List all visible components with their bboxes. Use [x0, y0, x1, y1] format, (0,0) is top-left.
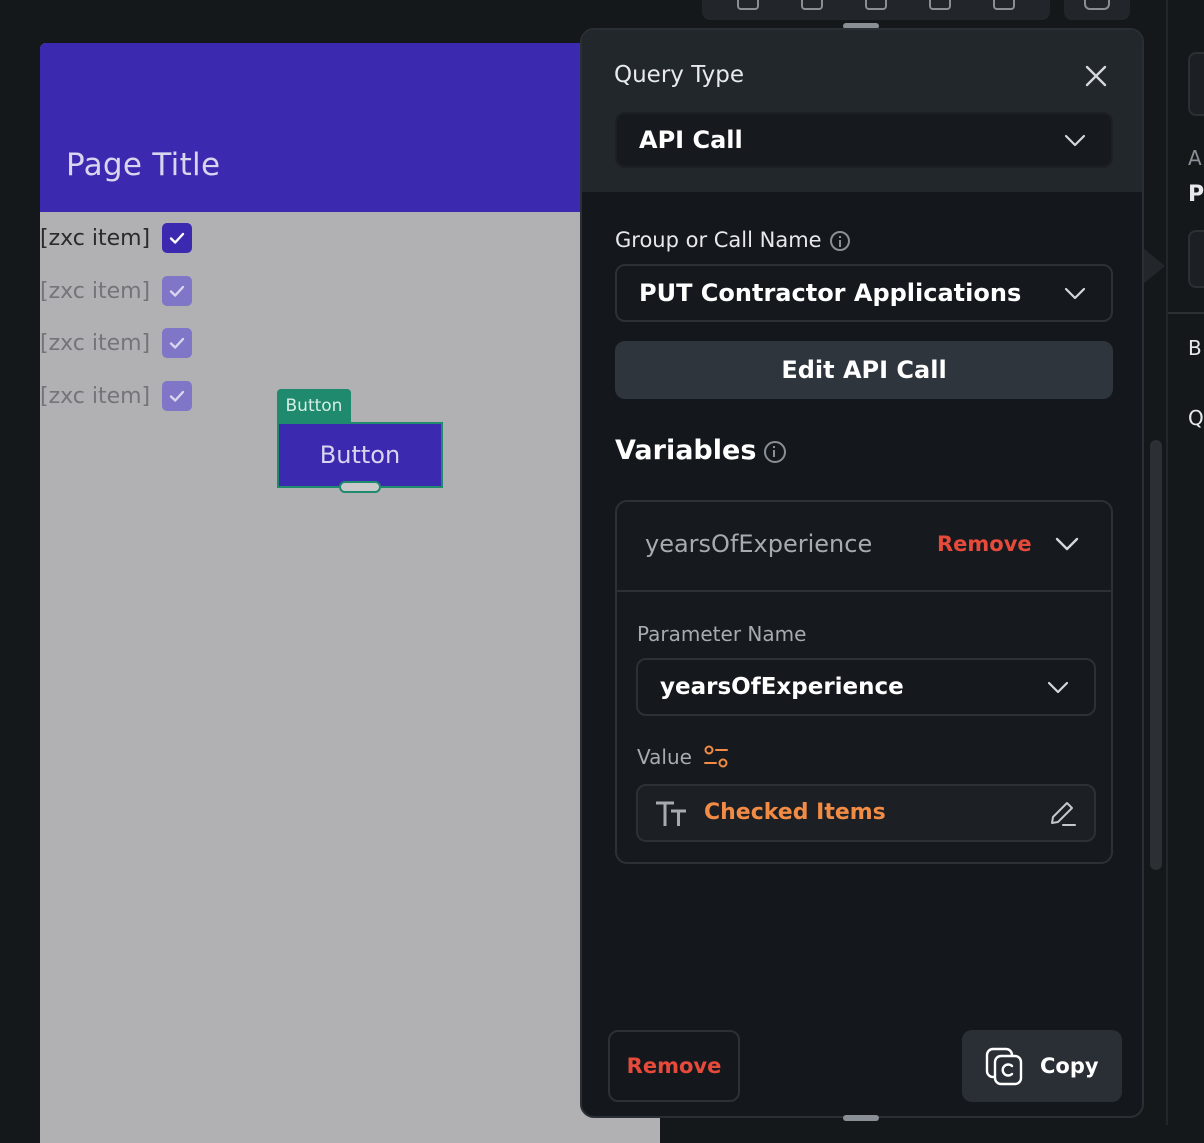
divider — [1168, 312, 1204, 314]
variable-name: yearsOfExperience — [645, 530, 873, 558]
checkbox[interactable] — [162, 276, 193, 306]
checkbox[interactable] — [162, 328, 193, 358]
pencil-icon[interactable] — [1046, 798, 1078, 830]
page-preview: Page Title [zxc item] [zxc item] [zxc it… — [40, 43, 660, 1143]
group-call-select[interactable]: PUT Contractor Applications — [615, 264, 1113, 322]
popover-header: Query Type API Call — [582, 30, 1142, 192]
list-item-label: [zxc item] — [40, 383, 151, 409]
top-toolbar — [702, 0, 1050, 20]
properties-panel: A P B Q — [1166, 0, 1204, 1125]
panel-label: P — [1188, 182, 1204, 207]
copy-label: Copy — [1040, 1054, 1099, 1078]
value-field[interactable]: Checked Items — [636, 784, 1096, 842]
checkmark-icon — [169, 337, 185, 349]
app-bar: Page Title — [40, 43, 660, 212]
popover-arrow — [1143, 248, 1165, 284]
copy-icon — [985, 1047, 1023, 1086]
chevron-down-icon — [1064, 287, 1086, 300]
list-item[interactable]: [zxc item] — [40, 379, 193, 413]
toolbar-icon[interactable] — [737, 0, 759, 10]
query-type-select[interactable]: API Call — [615, 112, 1113, 168]
group-call-label-text: Group or Call Name — [615, 228, 822, 252]
panel-label: Q — [1188, 406, 1204, 430]
toolbar-icon[interactable] — [865, 0, 887, 10]
query-type-label: Query Type — [614, 62, 745, 88]
variable-settings-icon[interactable] — [703, 744, 729, 770]
toolbar-icon[interactable] — [993, 0, 1015, 10]
close-icon[interactable] — [1082, 62, 1110, 90]
list-item[interactable]: [zxc item] — [40, 274, 193, 308]
page-title[interactable]: Page Title — [66, 147, 220, 183]
toolbar-icon[interactable] — [1084, 0, 1110, 10]
chevron-down-icon — [1047, 681, 1069, 694]
panel-field[interactable] — [1188, 52, 1204, 116]
edit-api-call-button[interactable]: Edit API Call — [615, 341, 1113, 399]
parameter-name-select[interactable]: yearsOfExperience — [636, 658, 1096, 716]
scrollbar[interactable] — [1150, 440, 1162, 870]
chevron-down-icon — [1064, 134, 1086, 147]
variables-label: Variables — [615, 435, 757, 466]
widget-tag: Button — [277, 389, 351, 423]
list-item[interactable]: [zxc item] — [40, 221, 193, 255]
info-icon[interactable] — [764, 440, 787, 463]
info-icon[interactable] — [829, 231, 850, 251]
text-type-icon — [656, 801, 686, 826]
checkbox[interactable] — [162, 223, 193, 253]
checkmark-icon — [169, 390, 185, 402]
variables-heading: Variables — [615, 435, 787, 466]
group-call-label: Group or Call Name — [615, 228, 850, 252]
variable-card-header[interactable]: yearsOfExperience Remove — [617, 502, 1111, 592]
toolbar-icon[interactable] — [801, 0, 823, 10]
remove-variable-button[interactable]: Remove — [937, 532, 1032, 556]
canvas-area: Page Title [zxc item] [zxc item] [zxc it… — [0, 0, 1204, 1143]
top-toolbar-secondary — [1064, 0, 1130, 20]
parameter-name-label: Parameter Name — [637, 622, 807, 646]
list-item-label: [zxc item] — [40, 225, 151, 251]
variable-card: yearsOfExperience Remove Parameter Name … — [615, 500, 1113, 864]
value-text: Checked Items — [704, 800, 886, 825]
list-item[interactable]: [zxc item] — [40, 326, 193, 360]
drag-handle[interactable] — [843, 1115, 879, 1121]
resize-handle[interactable] — [339, 481, 381, 493]
panel-label: A — [1188, 146, 1202, 170]
list-item-label: [zxc item] — [40, 278, 151, 304]
parameter-name-value: yearsOfExperience — [660, 674, 904, 700]
chevron-down-icon[interactable] — [1053, 530, 1081, 558]
remove-query-button[interactable]: Remove — [608, 1030, 740, 1102]
copy-button[interactable]: Copy — [962, 1030, 1122, 1102]
checkbox[interactable] — [162, 381, 193, 411]
query-popover: Query Type API Call Group or Call Name P… — [580, 28, 1144, 1118]
panel-label: B — [1188, 336, 1202, 360]
preview-button[interactable]: Button — [277, 422, 443, 488]
checkmark-icon — [169, 232, 185, 244]
checkmark-icon — [169, 285, 185, 297]
query-type-value: API Call — [639, 126, 743, 154]
value-label: Value — [637, 745, 692, 769]
group-call-value: PUT Contractor Applications — [639, 279, 1022, 307]
list-item-label: [zxc item] — [40, 330, 151, 356]
panel-field[interactable] — [1188, 230, 1204, 288]
toolbar-icon[interactable] — [929, 0, 951, 10]
